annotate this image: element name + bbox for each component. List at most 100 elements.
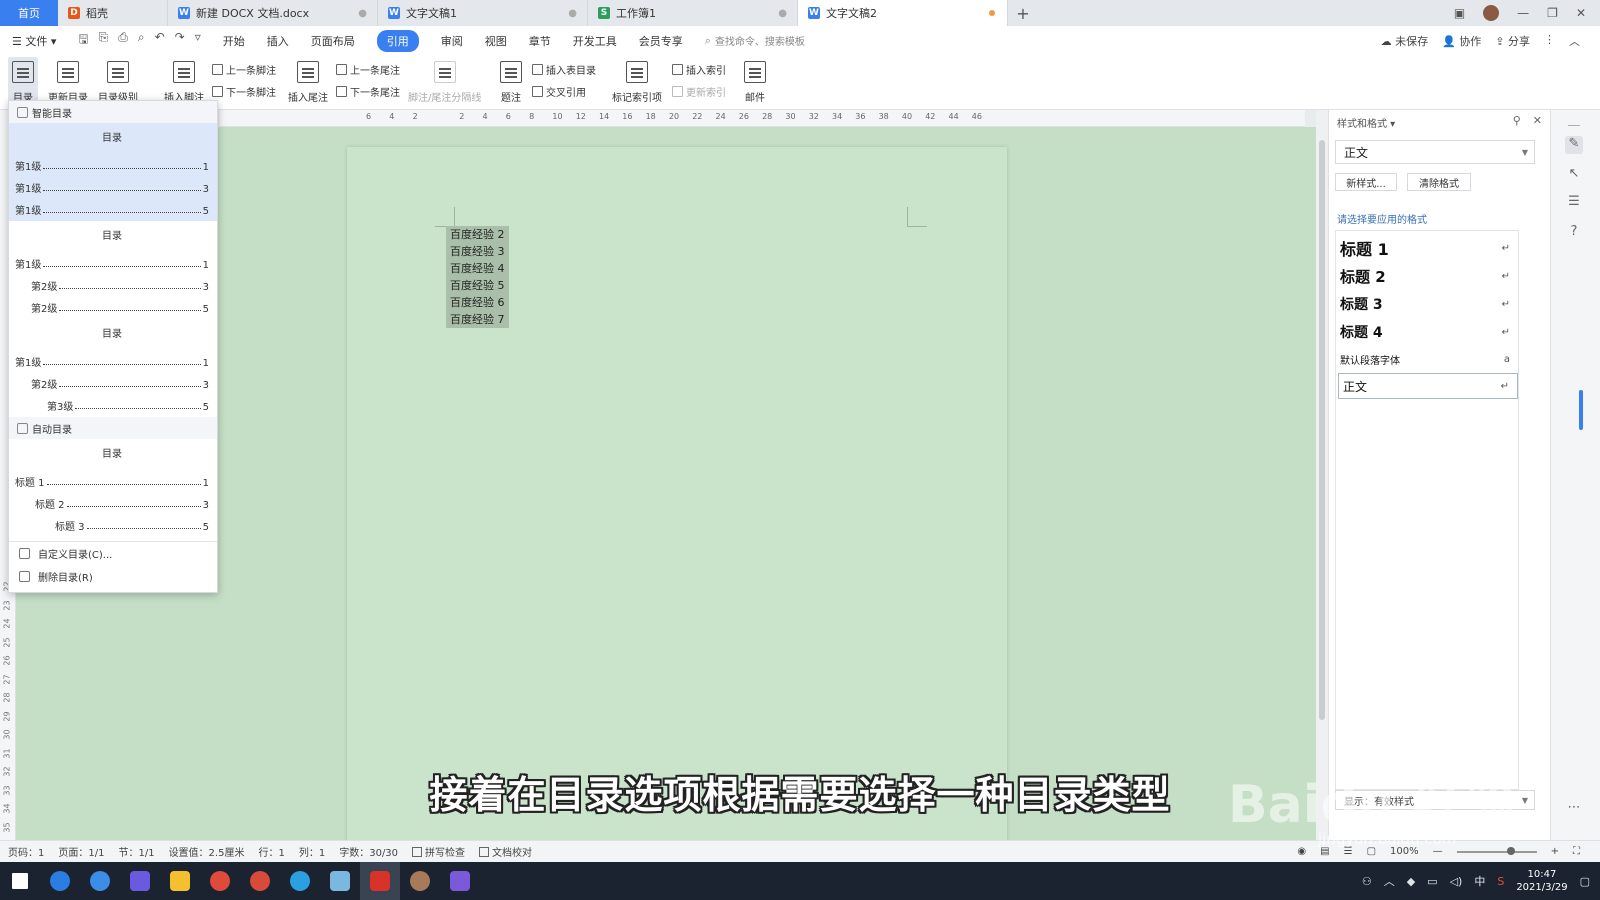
menu-member[interactable]: 会员专享 <box>639 33 683 49</box>
style-heading-2[interactable]: 标题 2 ↵ <box>1336 263 1518 289</box>
menu-dev-tools[interactable]: 开发工具 <box>573 33 617 49</box>
more-chevron-icon[interactable]: ▿ <box>195 30 201 51</box>
toc-button[interactable]: 目录 <box>8 57 38 106</box>
taskbar-app[interactable] <box>280 862 320 900</box>
print-icon[interactable]: ⎙ <box>118 30 128 51</box>
styles-panel-title[interactable]: 样式和格式 ▾ <box>1337 115 1395 130</box>
vertical-scrollbar[interactable] <box>1316 110 1328 840</box>
print-preview-icon[interactable]: ⌕ <box>138 30 145 51</box>
taskbar-app[interactable] <box>120 862 160 900</box>
separator-button[interactable]: 脚注/尾注分隔线 <box>408 61 481 104</box>
fullscreen-icon[interactable]: ⛶ <box>1573 846 1580 857</box>
new-style-button[interactable]: 新样式... <box>1335 173 1397 191</box>
tab-new-docx[interactable]: W 新建 DOCX 文档.docx ● <box>168 0 378 26</box>
cross-ref-button[interactable]: 交叉引用 <box>532 84 586 99</box>
tab-workbook1[interactable]: S 工作簿1 ● <box>588 0 798 26</box>
tray-app-icon[interactable]: ◆ <box>1407 875 1415 888</box>
tab-daoke[interactable]: D 稻壳 <box>58 0 168 26</box>
collapse-ribbon-icon[interactable]: ︿ <box>1569 33 1580 49</box>
delete-toc-item[interactable]: 删除目录(R) <box>9 565 217 588</box>
tab-count-icon[interactable]: ▣ <box>1454 6 1465 20</box>
format-painter-icon[interactable]: ⎘ <box>99 30 109 51</box>
prev-endnote-button[interactable]: 上一条尾注 <box>336 62 400 77</box>
share-button[interactable]: ⇪ 分享 <box>1495 33 1530 49</box>
style-normal[interactable]: 正文 ↵ <box>1338 373 1518 399</box>
doc-line[interactable]: 百度经验 4 <box>450 260 505 277</box>
taskbar-app[interactable] <box>160 862 200 900</box>
spell-check-toggle[interactable]: 拼写检查 <box>412 844 465 859</box>
taskbar-app[interactable] <box>40 862 80 900</box>
avatar[interactable] <box>1483 5 1500 21</box>
file-menu[interactable]: ☰ 文件 ▾ <box>12 33 56 49</box>
tab-doc1[interactable]: W 文字文稿1 ● <box>378 0 588 26</box>
taskbar-app[interactable] <box>200 862 240 900</box>
minimize-icon[interactable]: — <box>1517 6 1529 20</box>
style-heading-3[interactable]: 标题 3 ↵ <box>1336 291 1518 317</box>
restore-icon[interactable]: ❐ <box>1547 6 1558 20</box>
close-icon[interactable]: ● <box>778 8 787 19</box>
more-icon[interactable]: ⋮ <box>1544 33 1555 49</box>
eye-protection-icon[interactable]: ◉ <box>1297 846 1306 857</box>
scroll-thumb[interactable] <box>1319 140 1325 720</box>
custom-toc-item[interactable]: 自定义目录(C)... <box>9 542 217 565</box>
collapse-icon[interactable]: — <box>1565 118 1583 136</box>
taskbar-app[interactable] <box>80 862 120 900</box>
document-selection[interactable]: 百度经验 2 百度经验 3 百度经验 4 百度经验 5 百度经验 6 百度经验 … <box>446 226 509 328</box>
status-words[interactable]: 字数：30/30 <box>339 844 398 859</box>
taskbar-app-wps[interactable] <box>360 862 400 900</box>
insert-index-button[interactable]: 插入索引 <box>672 62 726 77</box>
settings-sliders-icon[interactable]: ☰ <box>1565 194 1583 212</box>
sogou-tray-icon[interactable]: S <box>1497 875 1504 888</box>
taskbar-app[interactable] <box>240 862 280 900</box>
start-button[interactable] <box>0 862 40 900</box>
menu-section[interactable]: 章节 <box>529 33 551 49</box>
people-icon[interactable]: ⚇ <box>1362 875 1372 888</box>
notification-icon[interactable]: ▢ <box>1580 875 1590 888</box>
style-heading-1[interactable]: 标题 1 ↵ <box>1336 235 1518 261</box>
unsaved-button[interactable]: ☁ 未保存 <box>1381 33 1429 49</box>
toc-level-button[interactable]: 目录级别 <box>98 61 138 104</box>
tab-doc2[interactable]: W 文字文稿2 <box>798 0 1008 26</box>
next-endnote-button[interactable]: 下一条尾注 <box>336 84 400 99</box>
tab-home[interactable]: 首页 <box>0 0 58 26</box>
toc-option-auto[interactable]: 目录 标题 1 1 标题 2 3 标题 3 5 <box>9 439 217 537</box>
taskbar-app[interactable] <box>400 862 440 900</box>
update-index-button[interactable]: 更新索引 <box>672 84 726 99</box>
doc-line[interactable]: 百度经验 3 <box>450 243 505 260</box>
close-icon[interactable]: ✕ <box>1533 114 1542 127</box>
doc-line[interactable]: 百度经验 6 <box>450 294 505 311</box>
clear-format-button[interactable]: 清除格式 <box>1407 173 1471 191</box>
network-icon[interactable]: ▭ <box>1427 875 1437 888</box>
insert-footnote-button[interactable]: 插入脚注 <box>164 61 204 104</box>
mark-index-button[interactable]: 标记索引项 <box>612 61 662 104</box>
volume-icon[interactable]: ◁) <box>1450 875 1463 888</box>
menu-view[interactable]: 视图 <box>485 33 507 49</box>
menu-references[interactable]: 引用 <box>376 29 419 52</box>
select-cursor-icon[interactable]: ↖ <box>1565 166 1583 184</box>
close-icon[interactable]: ● <box>358 8 367 19</box>
add-tab-button[interactable]: + <box>1008 0 1038 26</box>
menu-page-layout[interactable]: 页面布局 <box>311 33 355 49</box>
doc-line[interactable]: 百度经验 2 <box>450 226 505 243</box>
zoom-in-icon[interactable]: + <box>1551 846 1559 857</box>
horizontal-ruler[interactable]: 6 4 2 2 4 6 8 10 12 14 16 18 20 22 24 26 28 30 32 34 36 38 40 4… <box>220 110 1305 127</box>
mail-button[interactable]: 邮件 <box>744 61 766 104</box>
next-footnote-button[interactable]: 下一条脚注 <box>212 84 276 99</box>
style-pen-icon[interactable]: ✎ <box>1565 136 1583 154</box>
help-icon[interactable]: ? <box>1565 224 1583 242</box>
pin-icon[interactable]: ⚲ <box>1513 114 1521 127</box>
style-default-font[interactable]: 默认段落字体 a <box>1336 347 1518 371</box>
taskbar-app[interactable] <box>440 862 480 900</box>
style-heading-4[interactable]: 标题 4 ↵ <box>1336 319 1518 345</box>
caption-button[interactable]: 题注 <box>500 61 522 104</box>
insert-table-of-figures-button[interactable]: 插入表目录 <box>532 62 596 77</box>
undo-icon[interactable]: ↶ <box>155 30 165 51</box>
current-style-select[interactable]: 正文 ▼ <box>1335 140 1535 164</box>
doc-line[interactable]: 百度经验 7 <box>450 311 505 328</box>
save-icon[interactable]: 🖫 <box>78 30 88 51</box>
toc-option-smart-1[interactable]: 目录 第1级 1 第1级 3 第1级 5 <box>9 123 217 221</box>
menu-review[interactable]: 审阅 <box>441 33 463 49</box>
close-icon[interactable]: ● <box>568 8 577 19</box>
insert-endnote-button[interactable]: 插入尾注 <box>288 61 328 104</box>
menu-insert[interactable]: 插入 <box>267 33 289 49</box>
